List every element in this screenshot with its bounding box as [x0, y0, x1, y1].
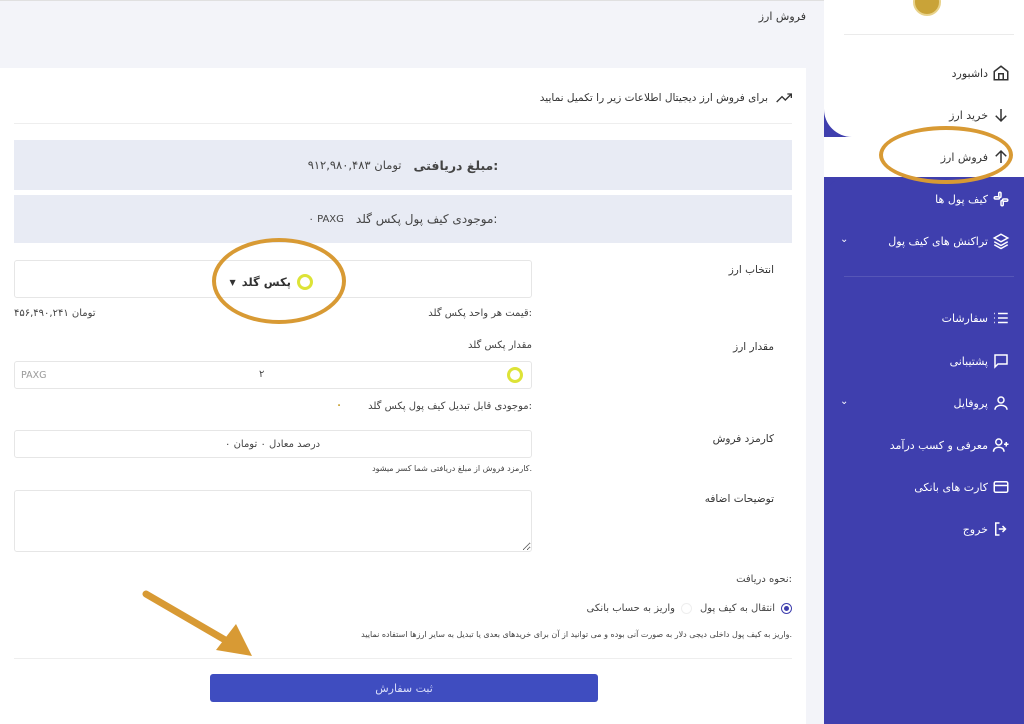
sidebar-divider: [844, 34, 1014, 35]
avatar[interactable]: [913, 0, 941, 16]
method-wallet-option[interactable]: انتقال به کیف پول: [700, 603, 792, 614]
method-bank-option[interactable]: واریز به حساب بانکی: [587, 603, 692, 614]
wallet-balance-box: ۰ PAXG موجودی کیف پول پکس گلد:: [14, 195, 792, 243]
received-amount-value: ۹۱۲,۹۸۰,۴۸۳ تومان: [307, 158, 402, 172]
fee-label: کارمزد فروش: [712, 433, 774, 445]
chat-icon: [994, 354, 1008, 369]
wallet-balance-label: موجودی کیف پول پکس گلد:: [355, 212, 498, 226]
sidebar-item-support[interactable]: پشتیبانی: [824, 346, 1024, 376]
sidebar-item-profile[interactable]: ⌄ پروفایل: [824, 388, 1024, 418]
sidebar-item-wallets[interactable]: کیف پول ها: [824, 184, 1024, 214]
credit-card-icon: [993, 481, 1009, 493]
amount-value: ۲: [259, 369, 265, 380]
sell-form-card: برای فروش ارز دیجیتال اطلاعات زیر را تکم…: [0, 68, 806, 724]
amount-input[interactable]: PAXG ۲: [14, 361, 532, 389]
sidebar-item-logout[interactable]: خروج: [824, 514, 1024, 544]
sidebar: داشبورد خرید ارز فروش ارز کیف پول ها ⌄ ت…: [824, 0, 1024, 724]
divider: [14, 658, 792, 659]
chevron-down-icon: ⌄: [840, 396, 849, 407]
home-icon: [993, 65, 1009, 81]
method-label: نحوه دریافت:: [736, 574, 792, 585]
highlight-circle: [212, 238, 346, 324]
sidebar-item-referral[interactable]: معرفی و کسب درآمد: [824, 430, 1024, 460]
list-icon: [994, 312, 1008, 324]
layers-icon: [992, 233, 1010, 250]
highlight-circle: [879, 126, 1013, 184]
received-amount-label: مبلغ دریافتی:: [413, 157, 499, 173]
method-note: واریز به کیف پول داخلی دیجی دلار به صورت…: [361, 630, 792, 639]
unit-price-label: قیمت هر واحد پکس گلد:: [428, 308, 532, 319]
annotation-arrow-icon: [142, 590, 252, 656]
wallet-balance-value: ۰ PAXG: [308, 213, 344, 225]
divider: [14, 123, 792, 124]
radio-bank[interactable]: [681, 603, 692, 614]
amount-label: مقدار ارز: [733, 341, 774, 353]
radio-wallet[interactable]: [781, 603, 792, 614]
arrow-down-icon: [995, 109, 1007, 123]
sidebar-item-wallet-transactions[interactable]: ⌄ تراکنش های کیف پول: [824, 226, 1024, 256]
form-intro: برای فروش ارز دیجیتال اطلاعات زیر را تکم…: [540, 92, 792, 104]
convertible-balance-label: موجودی قابل تبدیل کیف پول پکس گلد:: [368, 401, 532, 412]
amount-sublabel: مقدار پکس گلد: [467, 340, 532, 351]
page-title: فروش ارز: [758, 10, 806, 23]
unit-price-value: ۴۵۶,۴۹۰,۲۴۱ تومان: [14, 308, 96, 319]
sidebar-item-orders[interactable]: سفارشات: [824, 303, 1024, 333]
sidebar-item-dashboard[interactable]: داشبورد: [824, 58, 1024, 88]
fee-note: کارمزد فروش از مبلغ دریافتی شما کسر میشو…: [372, 464, 532, 473]
sidebar-item-bank-cards[interactable]: کارت های بانکی: [824, 472, 1024, 502]
notes-textarea[interactable]: [14, 490, 532, 552]
currency-label: انتخاب ارز: [728, 264, 774, 276]
slack-icon: [993, 191, 1009, 207]
logout-icon: [995, 522, 1007, 536]
user-icon: [994, 396, 1008, 410]
fee-field: ۰ درصد معادل ۰ تومان: [14, 430, 532, 458]
submit-order-button[interactable]: ثبت سفارش: [210, 674, 598, 702]
received-amount-box: ۹۱۲,۹۸۰,۴۸۳ تومان مبلغ دریافتی:: [14, 140, 792, 190]
notes-label: توضیحات اضافه: [704, 493, 774, 505]
sidebar-divider: [844, 276, 1014, 277]
amount-unit: PAXG: [21, 370, 47, 381]
sidebar-item-buy[interactable]: خرید ارز: [824, 100, 1024, 130]
convertible-balance-value: ۰: [336, 400, 343, 411]
paxg-coin-icon: [507, 367, 523, 383]
fee-value: ۰ درصد معادل ۰ تومان: [225, 439, 321, 450]
user-plus-icon: [992, 438, 1009, 452]
chevron-down-icon: ⌄: [840, 234, 849, 245]
top-bar: فروش ارز: [0, 0, 824, 40]
trending-up-icon: [776, 93, 792, 103]
